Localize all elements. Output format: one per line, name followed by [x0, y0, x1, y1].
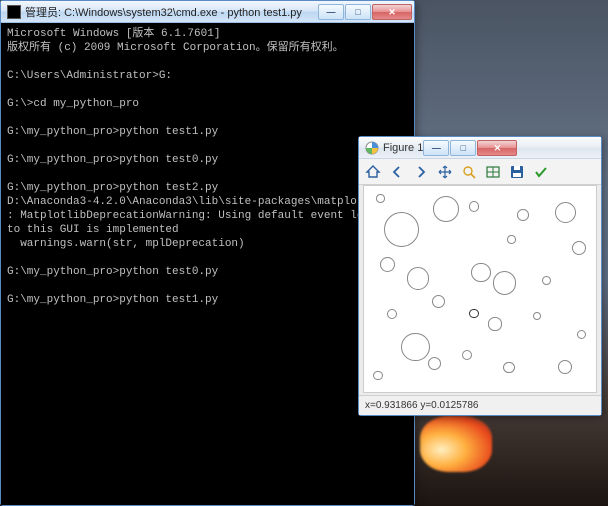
scatter-circle: [493, 271, 516, 294]
figure-window-buttons: — □ ✕: [423, 140, 517, 156]
scatter-circle: [558, 360, 572, 374]
scatter-circle: [462, 350, 472, 360]
figure-titlebar[interactable]: Figure 1 — □ ✕: [359, 137, 601, 159]
scatter-circle: [407, 267, 429, 289]
figure-toolbar: [359, 159, 601, 185]
zoom-icon[interactable]: [459, 162, 479, 182]
scatter-circle: [503, 362, 514, 373]
pan-icon[interactable]: [435, 162, 455, 182]
cmd-icon: [7, 5, 21, 19]
scatter-circle: [376, 194, 384, 202]
cmd-title: 管理员: C:\Windows\system32\cmd.exe - pytho…: [25, 4, 318, 20]
wallpaper-lava: [420, 416, 492, 472]
scatter-circle: [373, 371, 382, 380]
maximize-button[interactable]: □: [450, 140, 476, 156]
cmd-body[interactable]: Microsoft Windows [版本 6.1.7601] 版权所有 (c)…: [1, 23, 414, 505]
scatter-circle: [384, 212, 419, 247]
scatter-circle: [387, 309, 397, 319]
scatter-circle: [517, 209, 529, 221]
scatter-circle: [380, 257, 395, 272]
minimize-button[interactable]: —: [423, 140, 449, 156]
figure-window: Figure 1 — □ ✕ x=0.931866 y=0.0125786: [358, 136, 602, 416]
home-icon[interactable]: [363, 162, 383, 182]
scatter-circle: [577, 330, 586, 339]
scatter-circle: [401, 333, 429, 361]
figure-title: Figure 1: [383, 142, 423, 154]
scatter-circle: [428, 357, 441, 370]
scatter-circle: [572, 241, 586, 255]
done-icon[interactable]: [531, 162, 551, 182]
minimize-button[interactable]: —: [318, 4, 344, 20]
close-button[interactable]: ✕: [372, 4, 412, 20]
scatter-circle: [533, 312, 541, 320]
scatter-circle: [507, 235, 515, 243]
scatter-circle: [433, 196, 459, 222]
scatter-circle: [488, 317, 501, 330]
scatter-circle: [555, 202, 576, 223]
subplots-icon[interactable]: [483, 162, 503, 182]
scatter-circle: [471, 263, 491, 283]
cmd-window-buttons: — □ ✕: [318, 4, 412, 20]
back-icon[interactable]: [387, 162, 407, 182]
save-icon[interactable]: [507, 162, 527, 182]
cmd-window: 管理员: C:\Windows\system32\cmd.exe - pytho…: [0, 0, 415, 506]
forward-icon[interactable]: [411, 162, 431, 182]
scatter-circle: [469, 309, 478, 318]
matplotlib-icon: [365, 141, 379, 155]
close-button[interactable]: ✕: [477, 140, 517, 156]
scatter-circle: [469, 201, 479, 211]
scatter-circle: [432, 295, 445, 308]
figure-status: x=0.931866 y=0.0125786: [359, 395, 601, 415]
scatter-circle: [542, 276, 551, 285]
maximize-button[interactable]: □: [345, 4, 371, 20]
cmd-titlebar[interactable]: 管理员: C:\Windows\system32\cmd.exe - pytho…: [1, 1, 414, 23]
figure-canvas[interactable]: [363, 185, 597, 393]
